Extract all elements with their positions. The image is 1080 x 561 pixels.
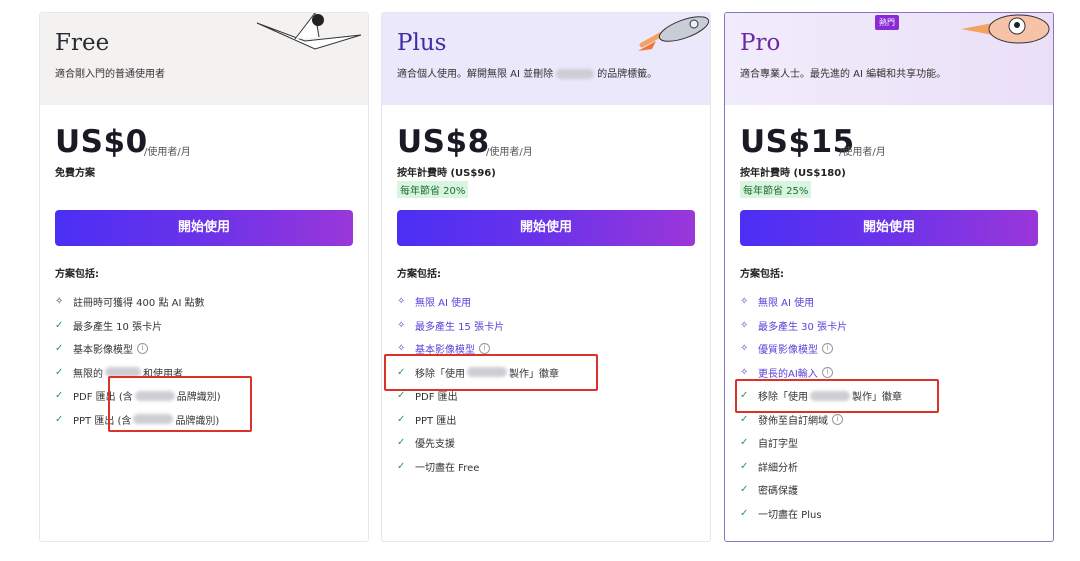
feature-item: ✧ 無限 AI 使用 (740, 296, 815, 310)
sparkle-icon: ✧ (740, 343, 749, 355)
sparkle-icon: ✧ (397, 343, 406, 355)
check-icon: ✓ (740, 484, 749, 496)
rocket-icon (638, 16, 710, 51)
sparkle-icon: ✧ (740, 319, 749, 331)
info-icon[interactable]: i (832, 413, 843, 425)
includes-heading: 方案包括: (397, 269, 441, 280)
feature-item: ✧ 最多產生 15 張卡片 (397, 319, 505, 333)
highlight-box-pro (735, 379, 939, 413)
feature-item: ✧ 註冊時可獲得 400 點 AI 點數 (55, 296, 205, 310)
check-icon: ✓ (55, 390, 64, 402)
feature-item: ✓ 一切盡在 Free (397, 460, 480, 474)
savings-badge: 每年節省 20% (397, 181, 469, 198)
includes-heading: 方案包括: (740, 269, 784, 280)
plan-header: Free 適合剛入門的普通使用者 (40, 13, 368, 105)
info-icon[interactable]: i (822, 343, 833, 355)
plan-name: Free (55, 30, 110, 56)
paper-boat-icon (256, 13, 362, 50)
price-unit: /使用者/月 (839, 147, 886, 158)
plan-card-free: Free 適合剛入門的普通使用者 US$0 /使用者/月 免費方案 開始使用 方… (39, 12, 369, 542)
plan-name: Plus (397, 30, 447, 56)
billing-note: 按年計費時 (US$180) (740, 168, 846, 179)
check-icon: ✓ (397, 413, 406, 425)
plan-price: US$0 (55, 124, 148, 160)
check-icon: ✓ (55, 319, 64, 331)
plan-description: 適合專業人士。最先進的 AI 編輯和共享功能。 (740, 69, 947, 80)
plan-card-pro: Pro 適合專業人士。最先進的 AI 編輯和共享功能。 US$15 /使用者/月… (724, 12, 1054, 542)
check-icon: ✓ (740, 507, 749, 519)
feature-item: ✧ 無限 AI 使用 (397, 296, 472, 310)
sparkle-icon: ✧ (55, 296, 64, 308)
feature-item: ✧ 最多產生 30 張卡片 (740, 319, 848, 333)
feature-item: ✓ 詳細分析 (740, 460, 798, 474)
spaceship-icon (961, 14, 1050, 44)
feature-item: ✓ PPT 匯出 (397, 413, 457, 427)
savings-badge: 每年節省 25% (740, 181, 812, 198)
plan-header: Plus 適合個人使用。解開無限 AI 並刪除 的品牌標籤。 (382, 13, 710, 105)
plan-price: US$15 (740, 124, 855, 160)
check-icon: ✓ (397, 390, 406, 402)
check-icon: ✓ (740, 460, 749, 472)
plan-name: Pro (740, 30, 781, 56)
price-unit: /使用者/月 (486, 147, 533, 158)
plan-description: 適合剛入門的普通使用者 (55, 69, 165, 80)
feature-item: ✓ 一切盡在 Plus (740, 507, 822, 521)
sparkle-icon: ✧ (740, 296, 749, 308)
plan-description: 適合個人使用。解開無限 AI 並刪除 的品牌標籤。 (397, 69, 658, 80)
highlight-box-plus (384, 354, 598, 391)
get-started-button[interactable]: 開始使用 (740, 210, 1038, 246)
check-icon: ✓ (55, 366, 64, 378)
info-icon[interactable]: i (137, 343, 148, 355)
feature-item: ✓ 最多產生 10 張卡片 (55, 319, 163, 333)
feature-item: ✓ 基本影像模型 i (55, 337, 221, 361)
highlight-box-free (108, 376, 252, 432)
sparkle-icon: ✧ (397, 319, 406, 331)
includes-heading: 方案包括: (55, 269, 99, 280)
billing-note: 免費方案 (55, 168, 95, 179)
info-icon[interactable]: i (821, 366, 833, 378)
feature-item: ✓ 自訂字型 (740, 437, 798, 451)
check-icon: ✓ (740, 437, 749, 449)
feature-item: ✓ 優先支援 (397, 437, 455, 451)
price-unit: /使用者/月 (144, 147, 191, 158)
check-icon: ✓ (740, 413, 749, 425)
feature-item: ✓ 密碼保護 (740, 484, 798, 498)
check-icon: ✓ (55, 413, 64, 425)
get-started-button[interactable]: 開始使用 (397, 210, 695, 246)
sparkle-icon: ✧ (397, 296, 406, 308)
sparkle-icon: ✧ (740, 366, 749, 378)
plan-price: US$8 (397, 124, 490, 160)
check-icon: ✓ (55, 343, 64, 355)
popular-badge: 熱門 (875, 15, 899, 30)
plan-card-plus: Plus 適合個人使用。解開無限 AI 並刪除 的品牌標籤。 US$8 /使用者/… (381, 12, 711, 542)
billing-note: 按年計費時 (US$96) (397, 168, 496, 179)
check-icon: ✓ (397, 460, 406, 472)
redacted-text (556, 69, 595, 79)
get-started-button[interactable]: 開始使用 (55, 210, 353, 246)
check-icon: ✓ (397, 437, 406, 449)
info-icon[interactable]: i (479, 343, 490, 355)
feature-item: ✧ 優質影像模型 i (740, 337, 902, 361)
